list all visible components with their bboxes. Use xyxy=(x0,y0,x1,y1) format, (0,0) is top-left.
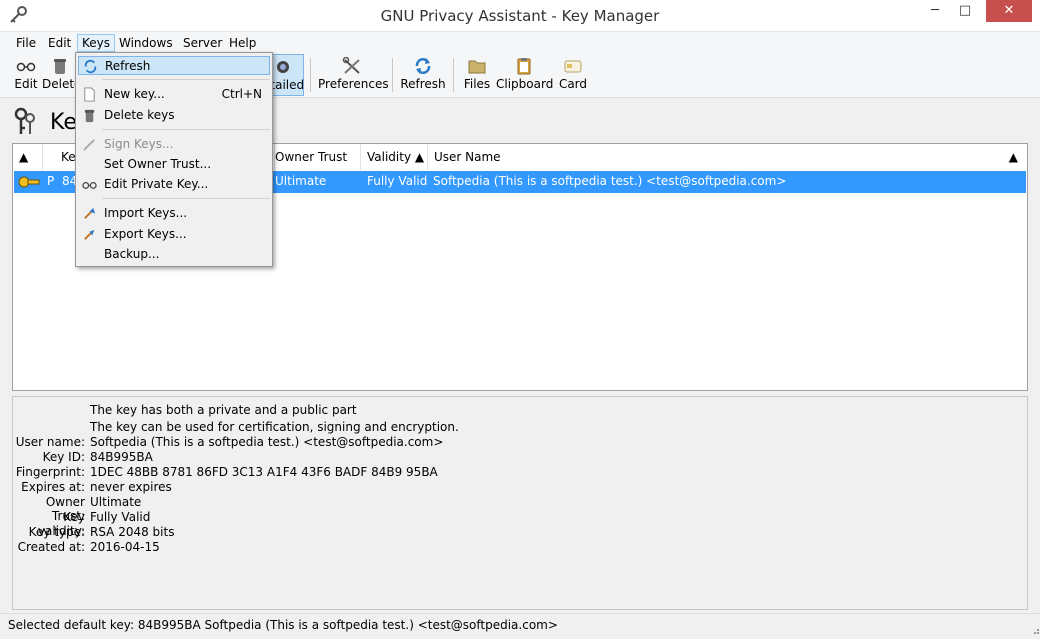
window-title: GNU Privacy Assistant - Key Manager xyxy=(380,7,660,25)
fingerprint-label: Fingerprint: xyxy=(15,465,85,479)
minimize-button[interactable]: ─ xyxy=(920,0,950,22)
folder-icon xyxy=(468,60,486,74)
menu-item-label: Import Keys... xyxy=(104,206,188,220)
menu-windows[interactable]: Windows xyxy=(115,34,177,52)
expires-value: never expires xyxy=(90,480,172,494)
menu-help[interactable]: Help xyxy=(225,34,260,52)
menu-item-delete-keys[interactable]: Delete keys xyxy=(78,106,270,125)
menu-item-label: Refresh xyxy=(105,59,151,73)
trash-icon xyxy=(84,109,95,123)
smartcard-icon xyxy=(564,60,582,73)
menu-item-label: Delete keys xyxy=(104,108,175,122)
created-label: Created at: xyxy=(17,540,85,554)
preferences-label: Preferences xyxy=(318,77,389,91)
glasses-icon xyxy=(16,62,36,72)
clipboard-toolbar-button[interactable]: Clipboard xyxy=(496,54,554,96)
owner-trust-cell: Ultimate xyxy=(275,174,327,188)
tools-icon xyxy=(342,57,360,74)
status-bar: Selected default key: 84B995BA Softpedia… xyxy=(0,613,1040,639)
key-parts-text: The key has both a private and a public … xyxy=(90,403,357,417)
menu-item-label: New key... xyxy=(104,87,165,101)
toolbar-separator xyxy=(392,58,393,92)
menu-keys[interactable]: Keys xyxy=(77,34,116,52)
menu-separator xyxy=(102,129,270,130)
clipboard-icon xyxy=(517,58,531,75)
new-document-icon xyxy=(84,87,95,102)
glasses-icon xyxy=(82,182,97,189)
menu-item-refresh[interactable]: Refresh xyxy=(78,56,270,75)
menu-item-new-key[interactable]: New key... Ctrl+N xyxy=(78,85,270,104)
key-details-pane: The key has both a private and a public … xyxy=(12,396,1028,610)
expires-label: Expires at: xyxy=(21,480,85,494)
fingerprint-value: 1DEC 48BB 8781 86FD 3C13 A1F4 43F6 BADF … xyxy=(90,465,438,479)
menu-separator xyxy=(102,198,270,199)
created-value: 2016-04-15 xyxy=(90,540,160,554)
menu-server[interactable]: Server xyxy=(179,34,226,52)
owner-trust-value: Ultimate xyxy=(90,495,142,509)
column-header-sort[interactable]: ▲ xyxy=(13,144,43,170)
menu-file[interactable]: File xyxy=(12,34,40,52)
menu-item-backup[interactable]: Backup... xyxy=(78,245,270,264)
menu-item-label: Sign Keys... xyxy=(104,137,174,151)
menu-item-export-keys[interactable]: Export Keys... xyxy=(78,225,270,244)
pen-icon xyxy=(83,139,95,151)
menu-item-label: Export Keys... xyxy=(104,227,187,241)
import-icon xyxy=(84,207,96,219)
key-id-label: Key ID: xyxy=(42,450,85,464)
key-validity-value: Fully Valid xyxy=(90,510,151,524)
menu-item-label: Edit Private Key... xyxy=(104,177,209,191)
delete-toolbar-button[interactable]: Delete xyxy=(42,54,81,96)
edit-label: Edit xyxy=(14,77,38,91)
menu-bar: File Edit Keys Windows Server Help xyxy=(0,32,1040,52)
user-name-cell: Softpedia (This is a softpedia test.) <t… xyxy=(433,174,787,188)
trash-icon xyxy=(54,59,66,74)
resize-grip-icon[interactable] xyxy=(1030,625,1040,635)
title-bar: GNU Privacy Assistant - Key Manager ─ □ … xyxy=(0,0,1040,32)
close-button[interactable]: ✕ xyxy=(986,0,1032,22)
detailed-view-icon xyxy=(277,61,289,73)
key-type-label: Key type: xyxy=(28,525,85,539)
card-label: Card xyxy=(558,77,588,91)
export-icon xyxy=(84,229,95,240)
clipboard-label: Clipboard xyxy=(496,77,554,91)
edit-toolbar-button[interactable]: Edit xyxy=(8,54,44,96)
key-id-value: 84B995BA xyxy=(90,450,153,464)
user-name-label: User name: xyxy=(15,435,85,449)
menu-item-shortcut: Ctrl+N xyxy=(221,87,262,101)
files-toolbar-button[interactable]: Files xyxy=(461,54,493,96)
keyring-icon xyxy=(14,107,35,134)
menu-item-set-owner-trust[interactable]: Set Owner Trust... xyxy=(78,155,270,174)
key-capabilities-text: The key can be used for certification, s… xyxy=(90,420,459,434)
column-header-owner-trust[interactable]: Owner Trust ▲ xyxy=(269,144,361,190)
toolbar-separator xyxy=(310,58,311,92)
user-name-value: Softpedia (This is a softpedia test.) <t… xyxy=(90,435,444,449)
refresh-toolbar-button[interactable]: Refresh xyxy=(400,54,446,96)
menu-item-sign-keys: Sign Keys... xyxy=(78,135,270,154)
files-label: Files xyxy=(463,77,491,91)
key-prefix: P xyxy=(47,174,55,188)
toolbar-separator xyxy=(453,58,454,92)
refresh-icon xyxy=(84,59,97,74)
column-header-user-name[interactable]: User Name ▲ xyxy=(428,144,1028,170)
menu-edit[interactable]: Edit xyxy=(44,34,75,52)
menu-item-edit-private-key[interactable]: Edit Private Key... xyxy=(78,175,270,194)
refresh-icon xyxy=(415,58,431,74)
keypair-icon xyxy=(18,176,40,188)
card-toolbar-button[interactable]: Card xyxy=(557,54,589,96)
menu-item-import-keys[interactable]: Import Keys... xyxy=(78,204,270,223)
key-type-value: RSA 2048 bits xyxy=(90,525,175,539)
menu-item-label: Backup... xyxy=(104,247,160,261)
validity-cell: Fully Valid xyxy=(367,174,428,188)
preferences-toolbar-button[interactable]: Preferences xyxy=(318,54,389,96)
maximize-button[interactable]: □ xyxy=(950,0,980,22)
menu-item-label: Set Owner Trust... xyxy=(104,157,212,171)
column-header-validity[interactable]: Validity ▲ xyxy=(361,144,428,170)
refresh-label: Refresh xyxy=(400,77,446,91)
menu-separator xyxy=(102,79,270,80)
keys-menu-dropdown: Refresh New key... Ctrl+N Delete keys Si… xyxy=(75,52,273,267)
